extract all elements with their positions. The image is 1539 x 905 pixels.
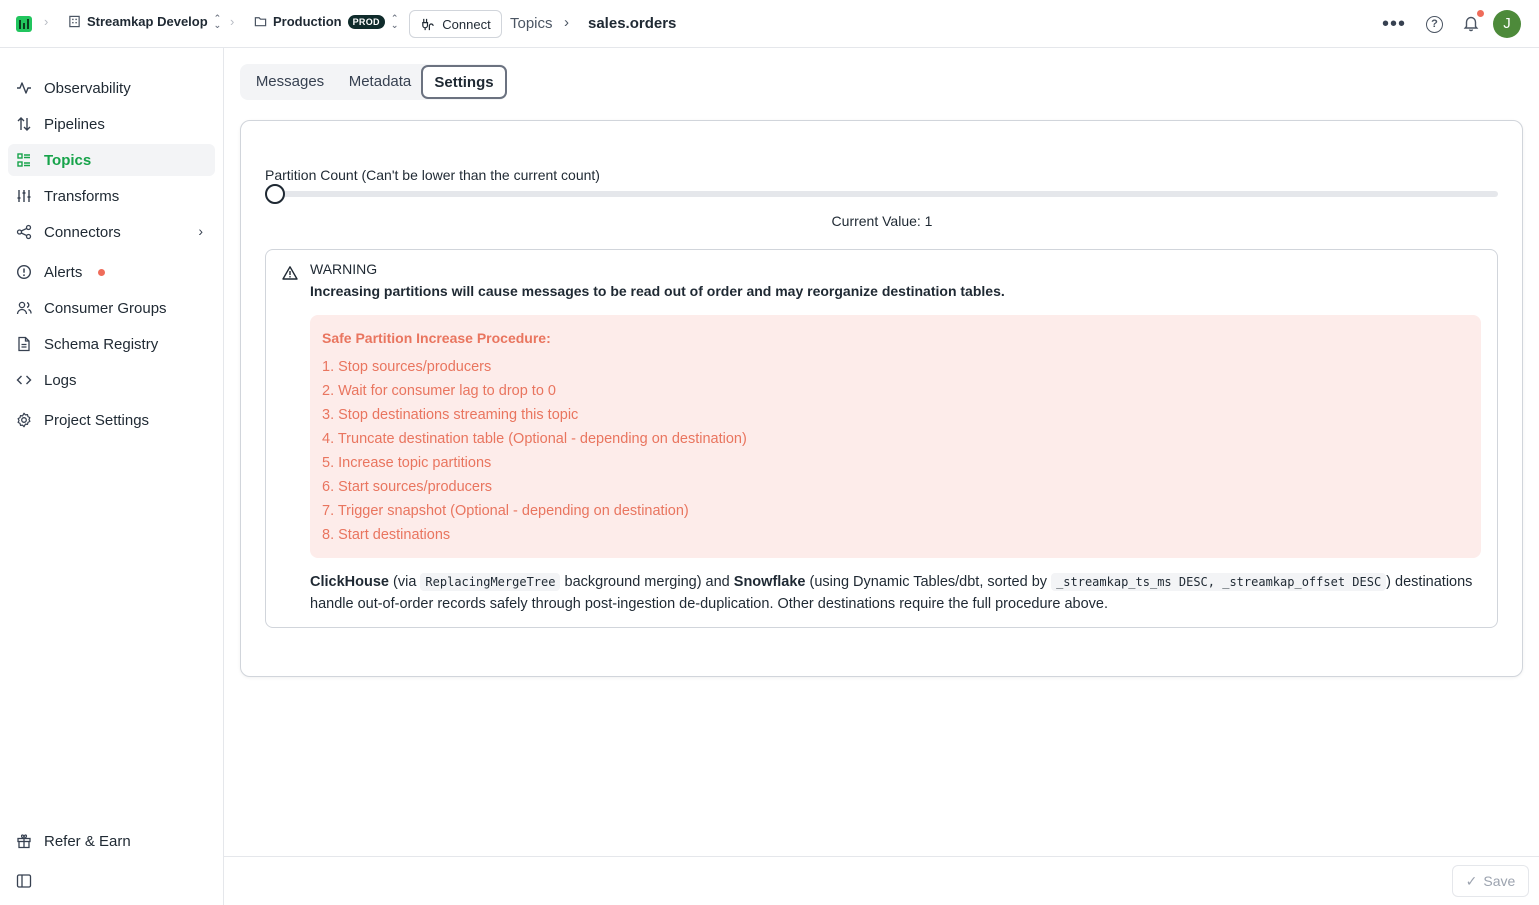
note-text: (via [393,574,417,590]
procedure-step: 8. Start destinations [322,527,451,543]
tab-messages[interactable]: Messages [248,64,332,100]
warning-text: Increasing partitions will cause message… [310,283,1005,299]
tab-metadata[interactable]: Metadata [340,64,420,100]
sidebar-item-transforms[interactable]: Transforms [8,180,215,212]
file-icon [4,336,44,352]
sidebar-item-label: Alerts [44,263,83,281]
gear-icon [4,412,44,428]
org-switcher[interactable]: Streamkap Develop ⌃ ⌄ [68,12,222,30]
sidebar-item-schema-registry[interactable]: Schema Registry [8,328,215,360]
sidebar-item-label: Schema Registry [44,335,159,353]
arrows-updown-icon [4,116,44,132]
partition-count-label: Partition Count (Can't be lower than the… [265,167,600,183]
sidebar-item-logs[interactable]: Logs [8,364,215,396]
sidebar-item-label: Consumer Groups [44,299,167,317]
share-icon [4,224,44,240]
procedure-title: Safe Partition Increase Procedure: [322,330,551,346]
prod-badge: PROD [347,14,385,29]
note-text: background merging) and [564,574,730,590]
sidebar-item-label: Observability [44,79,131,97]
sidebar-item-label: Transforms [44,187,120,205]
procedure-step: 4. Truncate destination table (Optional … [322,431,747,447]
save-button[interactable]: ✓ Save [1452,865,1529,897]
sidebar-item-observability[interactable]: Observability [8,72,215,104]
sidebar-item-topics[interactable]: Topics [8,144,215,176]
destination-note: ClickHouse (via ReplacingMergeTree backg… [310,571,1480,615]
alert-circle-icon [4,264,44,280]
chevron-right-icon: › [564,14,569,31]
procedure-step: 7. Trigger snapshot (Optional - dependin… [322,503,689,519]
sidebar-item-connectors[interactable]: Connectors › [8,216,215,248]
building-icon [69,15,80,28]
procedure-step: 6. Start sources/producers [322,479,493,495]
sidebar-item-label: Connectors [44,223,121,241]
procedure-step: 2. Wait for consumer lag to drop to 0 [322,383,556,399]
environment-switcher[interactable]: Production PROD ⌃ ⌄ [254,12,399,30]
sidebar-item-consumer-groups[interactable]: Consumer Groups [8,292,215,324]
partition-count-slider-thumb[interactable] [265,184,285,204]
gift-icon [4,833,44,849]
sidebar-item-refer-earn[interactable]: Refer & Earn [8,825,215,857]
org-name: Streamkap Develop [87,14,208,29]
folder-icon [254,17,267,27]
help-icon[interactable]: ? [1426,16,1443,33]
plug-icon [422,18,435,30]
chevron-right-icon: › [230,14,235,29]
note-text: ) [1386,574,1392,590]
notification-dot [1477,10,1484,17]
environment-name: Production [273,14,342,29]
footer-bar [224,856,1539,905]
sidebar-toggle-icon[interactable] [16,873,32,892]
activity-icon [4,80,44,96]
sliders-icon [4,188,44,204]
procedure-step: 1. Stop sources/producers [322,359,492,375]
tab-settings[interactable]: Settings [421,65,507,99]
code-replacingmergetree: ReplacingMergeTree [420,573,561,591]
chevron-right-icon[interactable]: › [198,223,203,239]
list-icon [4,152,44,168]
bell-icon[interactable] [1462,14,1480,32]
sidebar [0,48,224,905]
procedure-step: 3. Stop destinations streaming this topi… [322,407,579,423]
sidebar-item-label: Pipelines [44,115,105,133]
partition-count-slider-track[interactable] [267,191,1498,197]
users-icon [4,300,44,316]
sidebar-item-pipelines[interactable]: Pipelines [8,108,215,140]
current-value-text: Current Value: 1 [831,213,933,229]
connect-button[interactable]: Connect [409,10,502,38]
snowflake-label: Snowflake [733,574,806,590]
check-icon: ✓ [1465,872,1478,889]
sidebar-item-label: Project Settings [44,411,150,429]
code-icon [4,372,44,388]
clickhouse-label: ClickHouse [310,574,389,590]
breadcrumb-topics-link[interactable]: Topics [510,15,553,32]
procedure-step: 5. Increase topic partitions [322,455,492,471]
sidebar-item-alerts[interactable]: Alerts [8,256,215,288]
chevron-updown-icon: ⌃ ⌄ [213,12,222,30]
warning-triangle-icon [282,266,298,280]
sidebar-item-project-settings[interactable]: Project Settings [8,404,215,436]
chevron-right-icon: › [44,14,49,29]
chevron-updown-icon: ⌃ ⌄ [390,12,399,30]
streamkap-logo[interactable] [16,16,32,32]
sidebar-item-label: Refer & Earn [44,832,131,850]
avatar[interactable]: J [1493,10,1521,38]
connect-label: Connect [442,16,491,32]
top-bar: › Streamkap Develop ⌃ ⌄ › Production PROD… [0,0,1539,48]
save-label: Save [1483,873,1516,889]
breadcrumb-current-topic: sales.orders [588,15,677,32]
topic-tabs: Messages Metadata Settings [240,64,507,100]
warning-title: WARNING [310,261,378,277]
code-sort-keys: _streamkap_ts_ms DESC, _streamkap_offset… [1051,573,1387,591]
more-options-icon[interactable]: ••• [1382,14,1406,34]
sidebar-item-label: Topics [44,151,92,169]
alerts-status-dot [98,268,106,276]
sidebar-item-label: Logs [44,371,77,389]
note-text: (using Dynamic Tables/dbt, sorted by [809,574,1048,590]
